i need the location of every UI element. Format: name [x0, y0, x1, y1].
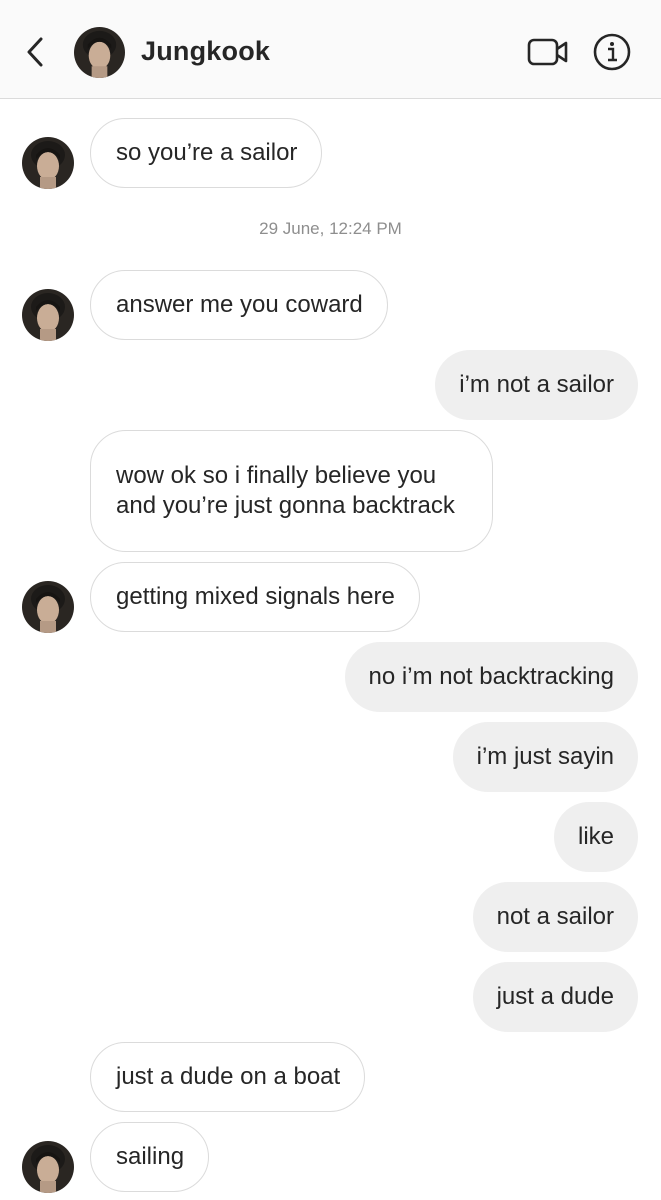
- message-text: so you’re a sailor: [116, 139, 298, 166]
- message-bubble-outgoing[interactable]: i’m just sayin: [452, 722, 638, 792]
- message-bubble-outgoing[interactable]: not a sailor: [472, 882, 638, 952]
- sender-avatar[interactable]: [22, 581, 74, 633]
- message-text: no i’m not backtracking: [368, 663, 614, 690]
- video-call-button[interactable]: [527, 35, 569, 69]
- chevron-left-icon: [27, 37, 43, 67]
- avatar-image: [74, 27, 125, 78]
- message-bubble-incoming[interactable]: answer me you coward: [90, 270, 388, 340]
- message-text: i’m just sayin: [476, 743, 614, 770]
- avatar-image: [22, 137, 74, 189]
- message-text: not a sailor: [496, 903, 614, 930]
- message-bubble-outgoing[interactable]: just a dude: [472, 962, 638, 1032]
- message-bubble-outgoing[interactable]: no i’m not backtracking: [344, 642, 638, 712]
- message-bubble-incoming[interactable]: sailing: [90, 1122, 210, 1192]
- timestamp: 29 June, 12:24 PM: [259, 219, 402, 238]
- chat-header: Jungkook: [0, 0, 661, 99]
- sender-avatar[interactable]: [22, 1141, 74, 1193]
- sender-avatar[interactable]: [22, 289, 74, 341]
- message-text: like: [577, 823, 614, 850]
- message-text: i’m not a sailor: [459, 371, 614, 398]
- message-text: sailing: [116, 1143, 185, 1170]
- message-bubble-incoming[interactable]: wow ok so i finally believe you and you’…: [90, 430, 493, 552]
- avatar-image: [22, 1141, 74, 1193]
- video-call-icon: [527, 38, 568, 66]
- message-bubble-outgoing[interactable]: like: [553, 802, 638, 872]
- message-text: answer me you coward: [116, 291, 363, 318]
- back-button[interactable]: [22, 34, 50, 70]
- info-icon: [593, 33, 631, 71]
- message-bubble-incoming[interactable]: just a dude on a boat: [90, 1042, 366, 1112]
- avatar-image: [22, 581, 74, 633]
- message-text: wow ok so i finally believe you and you’…: [116, 462, 455, 519]
- message-text: getting mixed signals here: [116, 583, 395, 610]
- avatar-image: [22, 289, 74, 341]
- sender-avatar[interactable]: [22, 137, 74, 189]
- message-bubble-incoming[interactable]: getting mixed signals here: [90, 562, 420, 632]
- contact-name[interactable]: Jungkook: [141, 36, 270, 67]
- header-avatar[interactable]: [74, 27, 125, 78]
- message-text: just a dude on a boat: [116, 1063, 341, 1090]
- info-button[interactable]: [592, 32, 632, 72]
- message-bubble-outgoing[interactable]: i’m not a sailor: [435, 350, 638, 420]
- message-text: just a dude: [496, 983, 614, 1010]
- message-bubble-incoming[interactable]: so you’re a sailor: [90, 118, 323, 188]
